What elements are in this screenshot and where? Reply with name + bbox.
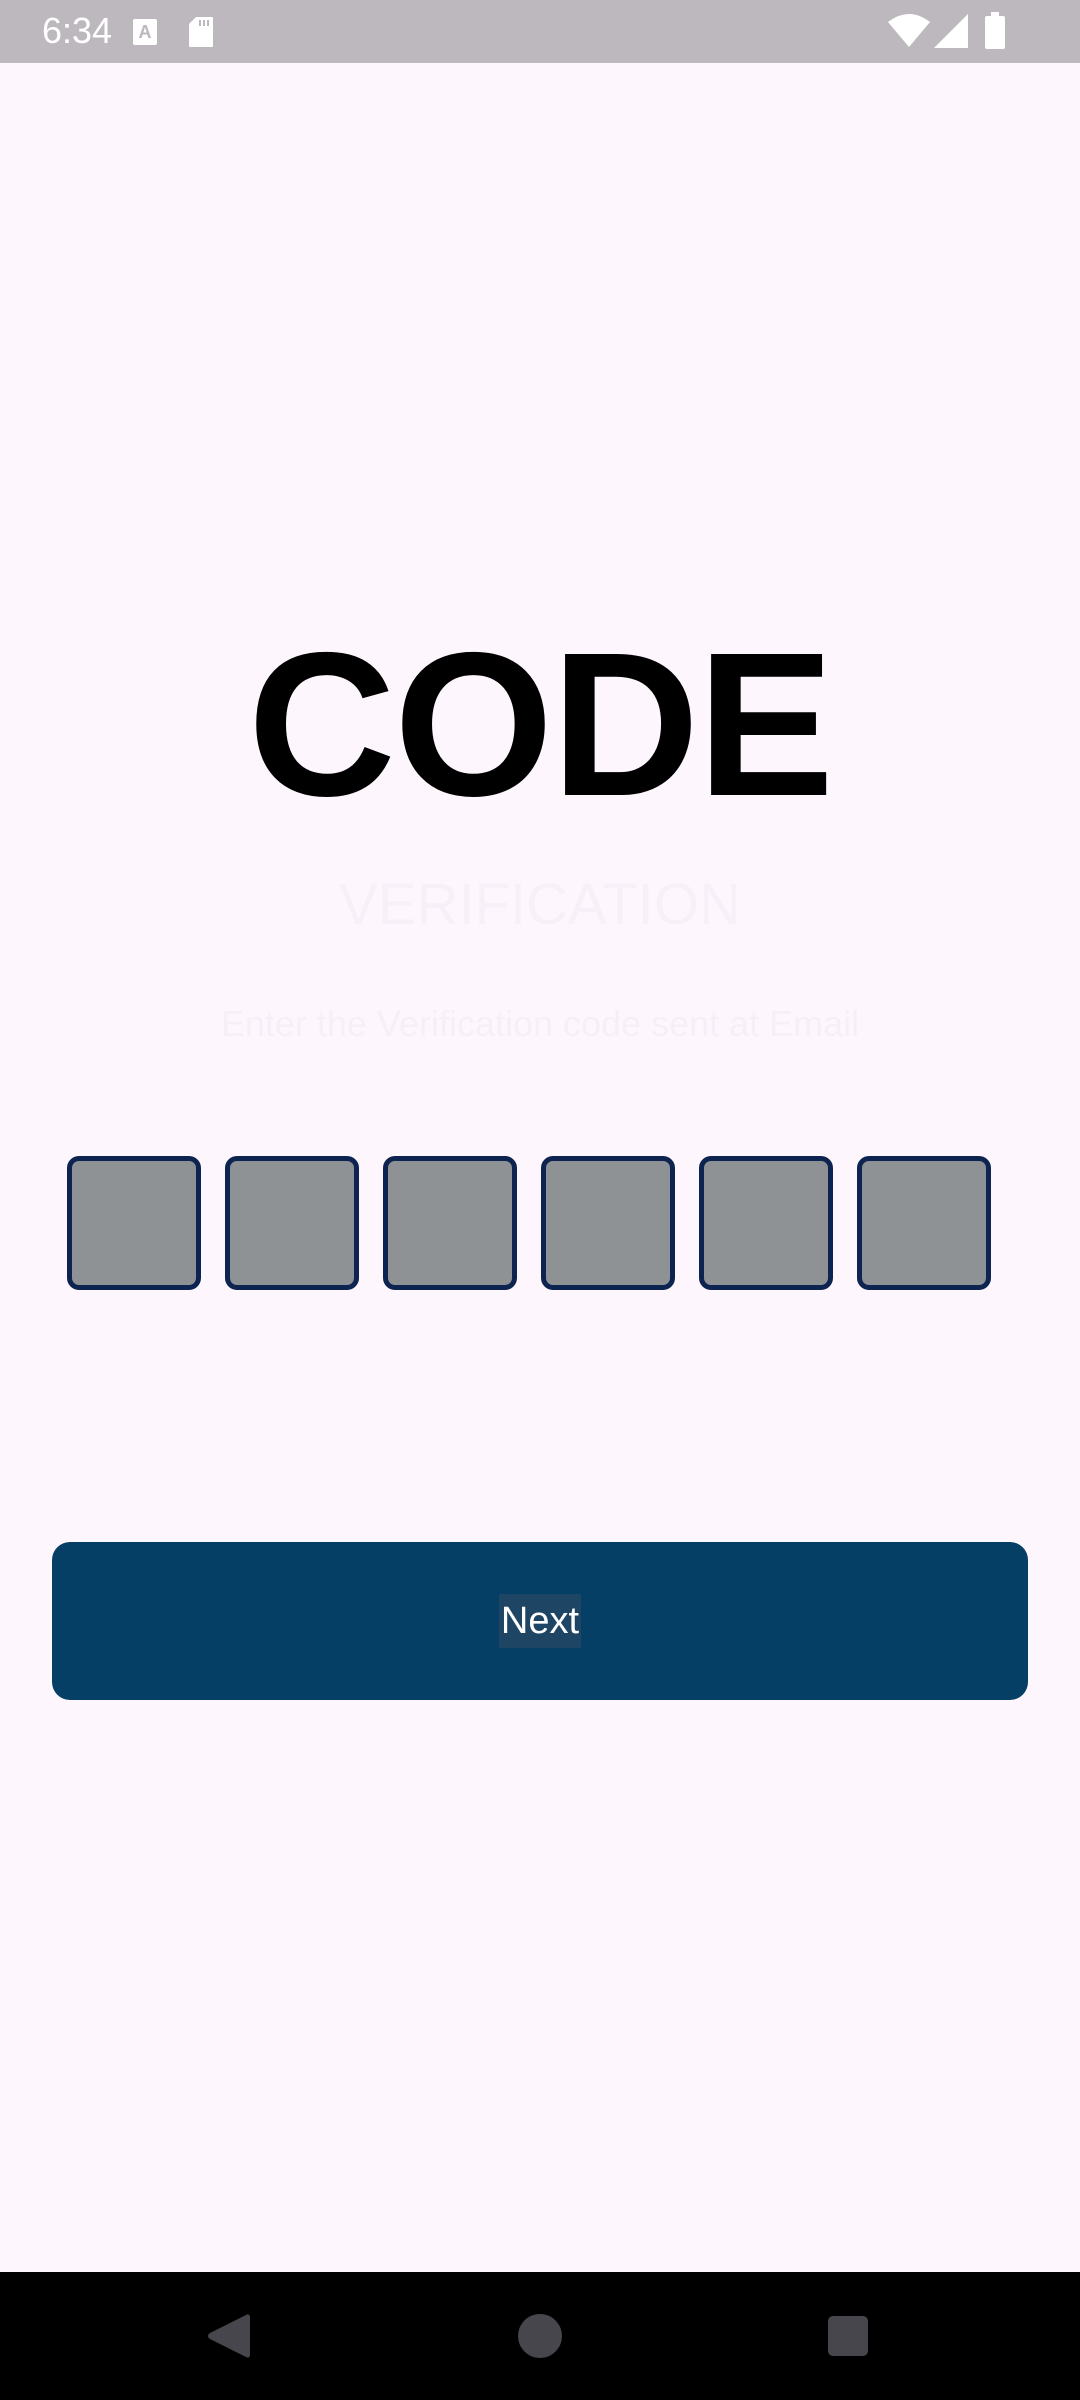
status-time: 6:34 [42, 10, 113, 51]
battery-icon [985, 12, 1005, 49]
code-input-row [67, 1156, 991, 1290]
code-digit-1-input[interactable] [67, 1156, 201, 1290]
home-icon [518, 2314, 562, 2358]
next-button-label: Next [498, 1594, 582, 1648]
status-bar: 6:34 A [0, 0, 1080, 63]
recents-button[interactable] [788, 2290, 908, 2382]
back-icon [208, 2314, 250, 2358]
svg-text:A: A [139, 22, 152, 42]
sd-card-icon [189, 17, 213, 47]
code-digit-2-input[interactable] [225, 1156, 359, 1290]
next-button[interactable]: Next [52, 1542, 1028, 1700]
code-digit-6-input[interactable] [857, 1156, 991, 1290]
a-notification-icon: A [133, 19, 157, 45]
home-button[interactable] [480, 2290, 600, 2382]
cellular-signal-icon [934, 14, 968, 48]
verification-screen: 6:34 A CODE VERIFICATION Enter the Verif… [0, 0, 1080, 2400]
code-digit-3-input[interactable] [383, 1156, 517, 1290]
page-title: CODE [247, 610, 834, 839]
back-button[interactable] [168, 2290, 288, 2382]
page-subtitle: VERIFICATION [339, 872, 741, 937]
code-digit-5-input[interactable] [699, 1156, 833, 1290]
code-digit-4-input[interactable] [541, 1156, 675, 1290]
navigation-bar [0, 2272, 1080, 2400]
instruction-text: Enter the Verification code sent at Emai… [220, 1003, 860, 1044]
wifi-icon [888, 14, 930, 47]
recents-icon [828, 2316, 868, 2356]
